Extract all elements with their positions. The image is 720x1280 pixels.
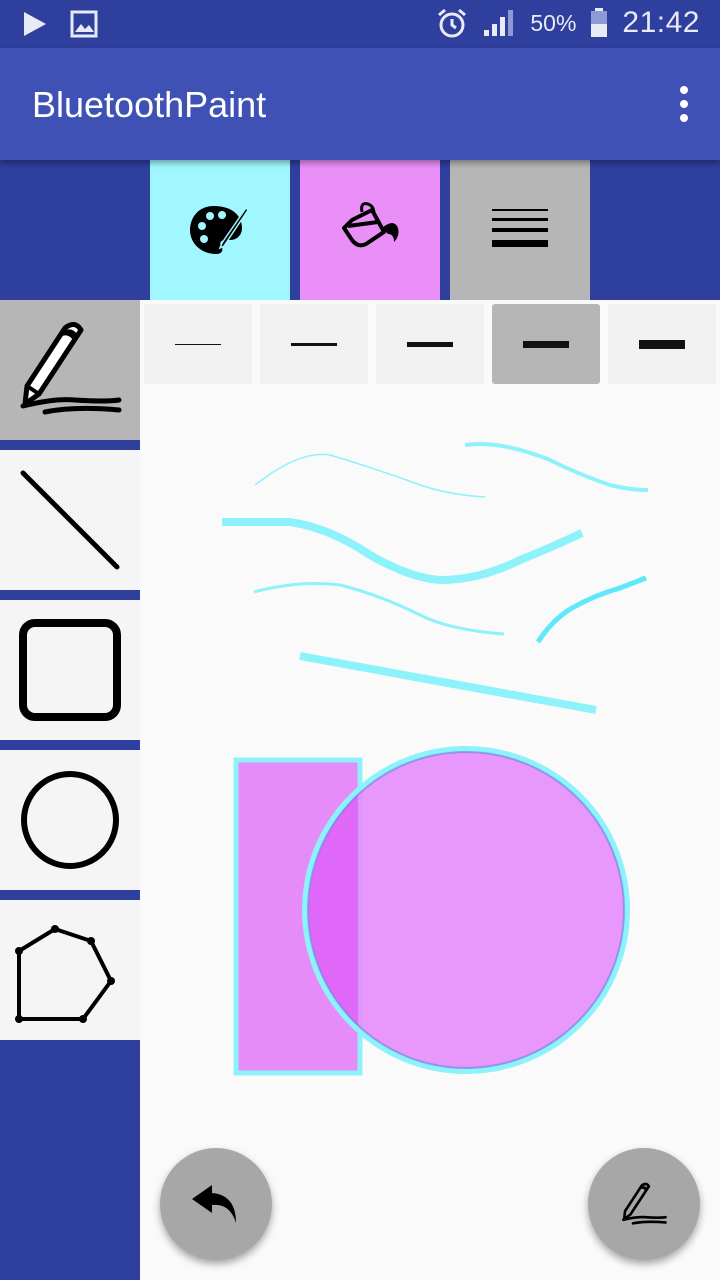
pen-icon: [621, 1182, 667, 1225]
app-title: BluetoothPaint: [32, 84, 267, 125]
battery-percent: 50%: [530, 9, 577, 36]
signal-icon: [484, 10, 514, 36]
alarm-icon: [438, 8, 467, 38]
stroke-width-option-1[interactable]: [144, 304, 252, 384]
color-palette-button[interactable]: [150, 160, 290, 300]
line-tool-button[interactable]: [0, 450, 140, 590]
rectangle-icon: [19, 619, 121, 721]
stroke-width-option-3[interactable]: [376, 304, 484, 384]
stroke-width-option-4[interactable]: [492, 304, 600, 384]
paint-bucket-icon: [342, 202, 399, 248]
stroke-width-icon: [492, 209, 548, 247]
gallery-icon: [70, 10, 98, 38]
app-bar: BluetoothPaint: [0, 48, 720, 160]
palette-icon: [190, 206, 249, 254]
polygon-icon: [15, 925, 115, 1023]
clock: 21:42: [622, 6, 700, 39]
drawing-canvas[interactable]: [140, 300, 720, 1280]
undo-button[interactable]: [160, 1148, 272, 1260]
play-store-icon: [24, 12, 46, 36]
stroke-width-selector: [144, 304, 716, 384]
polygon-tool-button[interactable]: [0, 900, 140, 1040]
app-root: 50% 21:42 BluetoothPaint: [0, 0, 720, 1280]
stroke-width-option-5[interactable]: [608, 304, 716, 384]
draw-mode-button[interactable]: [588, 1148, 700, 1260]
freehand-tool-button[interactable]: [0, 300, 140, 440]
stroke-width-option-2[interactable]: [260, 304, 368, 384]
battery-icon: [591, 8, 608, 37]
rectangle-tool-button[interactable]: [0, 600, 140, 740]
stroke-width-button[interactable]: [450, 160, 590, 300]
pen-icon: [20, 322, 122, 415]
fill-color-button[interactable]: [300, 160, 440, 300]
ellipse-tool-button[interactable]: [0, 750, 140, 890]
status-bar: 50% 21:42: [0, 0, 720, 48]
more-vert-icon[interactable]: [676, 86, 692, 122]
circle-icon: [21, 771, 119, 869]
undo-icon: [192, 1185, 236, 1223]
line-icon: [20, 470, 120, 570]
